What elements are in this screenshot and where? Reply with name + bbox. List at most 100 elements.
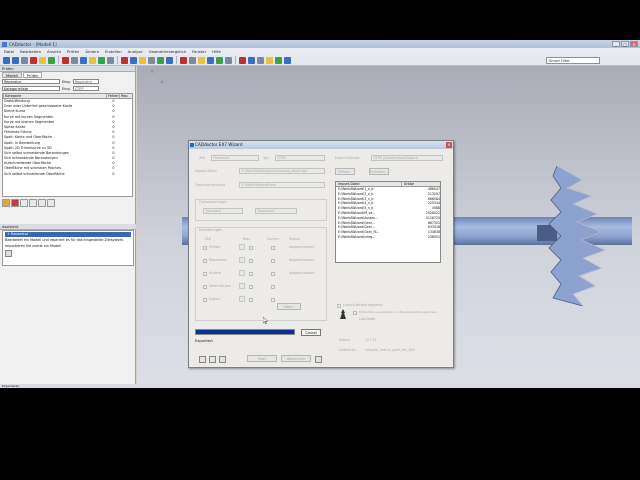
- help-button[interactable]: [315, 356, 322, 363]
- filter-icon[interactable]: [47, 199, 55, 207]
- smart-filter-input[interactable]: Smart Filter: [546, 57, 600, 64]
- toolbar-button-icon[interactable]: [48, 56, 55, 64]
- check-icon[interactable]: [20, 199, 28, 207]
- toolbar-button-icon[interactable]: [239, 56, 246, 64]
- toolbar-button-icon[interactable]: [39, 56, 46, 64]
- export-errors-checkbox[interactable]: [353, 311, 357, 315]
- toolbar-button-icon[interactable]: [207, 56, 214, 64]
- options-icon[interactable]: [219, 356, 226, 363]
- menu-fenster[interactable]: Fenster: [192, 49, 206, 54]
- toolbar-button-icon[interactable]: [166, 56, 173, 64]
- toolbar-button-icon[interactable]: [107, 56, 114, 64]
- help-icon[interactable]: [5, 250, 12, 257]
- col-size[interactable]: Größe: [400, 182, 440, 186]
- menu-aendern[interactable]: Ändern: [85, 49, 99, 54]
- export-folder-field[interactable]: E:\WerkAWizard\test: [239, 182, 325, 188]
- minimize-button[interactable]: _: [612, 41, 620, 47]
- import-file-field[interactable]: E:\WerkAWizard\test\catalog_sheet.stp: [239, 168, 325, 174]
- toolbar-button-icon[interactable]: [180, 56, 187, 64]
- open-button[interactable]: Öffnen...: [335, 168, 355, 175]
- abort-button[interactable]: Abbrechen: [281, 355, 311, 362]
- menu-erstellen[interactable]: Erstellen: [105, 49, 122, 54]
- step-repair-checkbox[interactable]: [249, 259, 253, 263]
- maximize-button[interactable]: □: [621, 41, 629, 47]
- list-icon[interactable]: [38, 199, 46, 207]
- tab-check[interactable]: Prüfen: [22, 72, 43, 78]
- close-button[interactable]: ✕: [630, 41, 638, 47]
- repair-tool-icon[interactable]: [2, 199, 10, 207]
- step-enable-checkbox[interactable]: [203, 298, 207, 302]
- step-settings-icon[interactable]: [239, 257, 245, 263]
- toolbar-button-icon[interactable]: [189, 56, 196, 64]
- start-button[interactable]: Start: [247, 355, 277, 362]
- toolbar-button-icon[interactable]: [216, 56, 223, 64]
- apply-button[interactable]: Übern.: [277, 303, 301, 310]
- toolbar-button-icon[interactable]: [284, 56, 291, 64]
- step-settings-icon[interactable]: [239, 270, 245, 276]
- step-repair-checkbox[interactable]: [249, 246, 253, 250]
- create-button[interactable]: Erstellen...: [369, 168, 389, 175]
- toolbar-button-icon[interactable]: [89, 56, 96, 64]
- toolbar-button-icon[interactable]: [30, 56, 37, 64]
- col-repair[interactable]: Rep.: [119, 94, 132, 98]
- menu-analyse[interactable]: Analyse: [128, 49, 143, 54]
- gear-model[interactable]: [547, 166, 607, 306]
- toolbar-button-icon[interactable]: [130, 56, 137, 64]
- category-field[interactable]: Kategorieliste: [2, 85, 60, 92]
- step-enable-checkbox[interactable]: [203, 246, 207, 250]
- step-repair-checkbox[interactable]: [249, 298, 253, 302]
- step-settings-icon[interactable]: [239, 244, 245, 250]
- toolbar-button-icon[interactable]: [148, 56, 155, 64]
- toolbar-button-icon[interactable]: [98, 56, 105, 64]
- step-settings-icon[interactable]: [239, 296, 245, 302]
- settings-icon[interactable]: [29, 199, 37, 207]
- file-row[interactable]: E:\WerkAWizard\integ... 236552: [336, 235, 440, 240]
- options-repair-select[interactable]: Reparatur: [255, 208, 297, 214]
- dialog-close-icon[interactable]: ✕: [446, 142, 452, 148]
- menu-geometrievergleich[interactable]: Geometrievergleich: [149, 49, 187, 54]
- step-repair-checkbox[interactable]: [249, 285, 253, 289]
- step-enable-checkbox[interactable]: [203, 272, 207, 276]
- toolbar-button-icon[interactable]: [248, 56, 255, 64]
- save-icon[interactable]: [199, 356, 206, 363]
- toolbar-button-icon[interactable]: [275, 56, 282, 64]
- file-list[interactable]: Import-Datei Größe E:\WerkAWizard\1_o_b 4…: [335, 181, 441, 263]
- step-enable-checkbox[interactable]: [203, 285, 207, 289]
- toolbar-button-icon[interactable]: [121, 56, 128, 64]
- toolbar-button-icon[interactable]: [71, 56, 78, 64]
- menu-bearbeiten[interactable]: Bearbeiten: [20, 49, 41, 54]
- log-icon[interactable]: [339, 309, 347, 319]
- col-category[interactable]: Kategorie: [3, 94, 106, 98]
- toolbar-button-icon[interactable]: [3, 56, 10, 64]
- toolbar-button-icon[interactable]: [62, 56, 69, 64]
- step-enable-checkbox[interactable]: [203, 259, 207, 263]
- copy-history-checkbox[interactable]: [337, 304, 341, 308]
- toolbar-button-icon[interactable]: [257, 56, 264, 64]
- toolbar-button-icon[interactable]: [139, 56, 146, 64]
- step-search-checkbox[interactable]: [271, 246, 275, 250]
- step-search-checkbox[interactable]: [271, 298, 275, 302]
- toolbar-button-icon[interactable]: [21, 56, 28, 64]
- stop-icon[interactable]: [11, 199, 19, 207]
- options-template-select[interactable]: Standard: [203, 208, 243, 214]
- step-settings-icon[interactable]: [239, 283, 245, 289]
- menu-pruefen[interactable]: Prüfen: [67, 49, 79, 54]
- step-repair-checkbox[interactable]: [249, 272, 253, 276]
- step-search-checkbox[interactable]: [271, 272, 275, 276]
- toolbar-button-icon[interactable]: [198, 56, 205, 64]
- source-select[interactable]: Parasolid: [211, 155, 259, 161]
- menu-ansicht[interactable]: Ansicht: [47, 49, 61, 54]
- toolbar-button-icon[interactable]: [157, 56, 164, 64]
- menu-hilfe[interactable]: Hilfe: [212, 49, 221, 54]
- step-search-checkbox[interactable]: [271, 285, 275, 289]
- toolbar-button-icon[interactable]: [12, 56, 19, 64]
- toolbar-button-icon[interactable]: [80, 56, 87, 64]
- col-errors[interactable]: Fehler: [106, 94, 119, 98]
- cancel-button[interactable]: Cancel: [301, 329, 321, 336]
- toolbar-button-icon[interactable]: [266, 56, 273, 64]
- category-select[interactable]: STEP: [72, 85, 99, 92]
- load-icon[interactable]: [209, 356, 216, 363]
- name-field[interactable]: Reparatur: [2, 78, 60, 85]
- tab-model[interactable]: Modell: [2, 72, 22, 78]
- col-import-file[interactable]: Import-Datei: [336, 182, 401, 186]
